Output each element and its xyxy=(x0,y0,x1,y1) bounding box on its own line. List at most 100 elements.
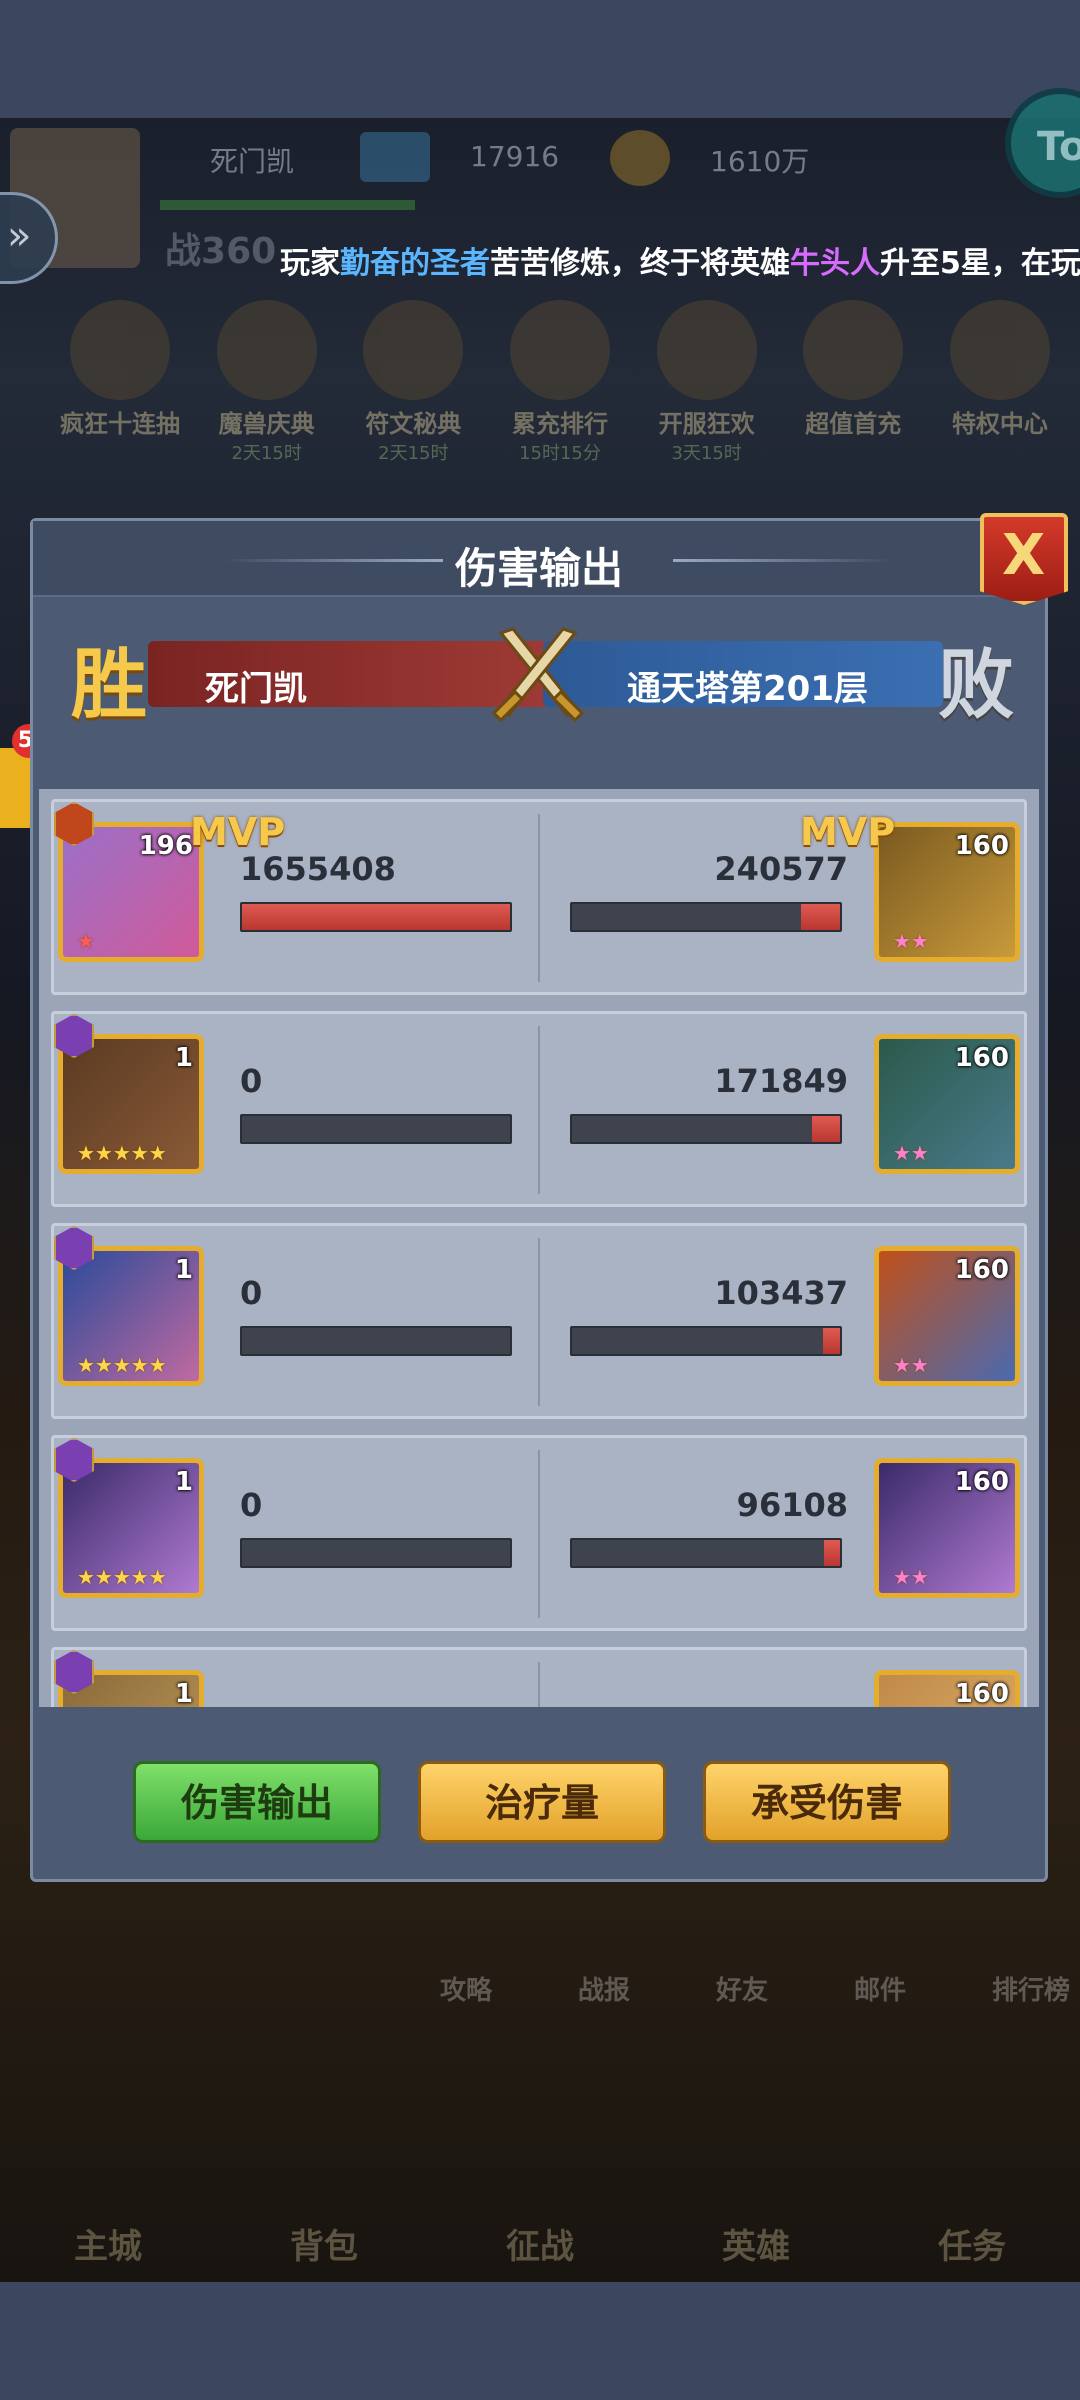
xp-bar xyxy=(160,200,415,210)
right-hero-stars: ★★ xyxy=(893,1141,929,1165)
left-hero-level: 1 xyxy=(174,1043,193,1073)
mid-shortcut-row: 攻略 战报 好友 邮件 排行榜 xyxy=(440,1970,1070,2007)
event-icon xyxy=(803,300,904,400)
hud-player-name: 死门凯 xyxy=(210,145,295,178)
event-icon xyxy=(509,300,610,400)
double-chevron-icon: » xyxy=(7,213,32,259)
event-item[interactable]: 魔兽庆典 2天15时 xyxy=(207,300,327,464)
row-divider xyxy=(538,1662,540,1707)
event-item[interactable]: 超值首充 xyxy=(793,300,913,450)
announcement-marquee: 玩家勤奋的圣者苦苦修炼，终于将英雄牛头人升至5星，在玩 xyxy=(280,246,1080,281)
power-rating: 战360 xyxy=(165,231,277,272)
left-hero-stars: ★ xyxy=(77,929,95,953)
right-hero-portrait[interactable]: 160 ★★ xyxy=(874,1458,1020,1598)
right-mvp-label: MVP xyxy=(800,810,896,854)
event-icon xyxy=(949,300,1050,400)
row-divider xyxy=(538,1450,540,1618)
left-damage-value: 1655408 xyxy=(240,850,396,888)
shortcut-ranking[interactable]: 排行榜 xyxy=(992,1970,1070,2007)
bottom-nav: 主城 背包 征战 英雄 任务 xyxy=(0,2110,1080,2282)
gem-icon[interactable] xyxy=(360,132,430,182)
modal-title: 伤害输出 xyxy=(454,544,623,593)
row-divider xyxy=(538,1026,540,1194)
row-divider xyxy=(538,1238,540,1406)
left-hero-portrait[interactable]: 1 ★★★★★ xyxy=(58,1034,204,1174)
hero-row: 1 160 xyxy=(51,1647,1027,1707)
left-hero-stars: ★★★★★ xyxy=(77,1141,167,1165)
shortcut-guide[interactable]: 攻略 xyxy=(440,1970,492,2007)
right-hero-level: 160 xyxy=(954,831,1009,861)
left-damage-value: 0 xyxy=(240,1274,263,1312)
winner-team-name: 死门凯 xyxy=(205,669,307,709)
right-hero-level: 160 xyxy=(954,1679,1009,1707)
right-hero-portrait[interactable]: 160 ★★ xyxy=(874,1034,1020,1174)
tab-healing[interactable]: 治疗量 xyxy=(418,1761,666,1843)
left-mvp-label: MVP xyxy=(190,810,286,854)
hero-row: 1 ★★★★★ 0 96108 160 ★★ xyxy=(51,1435,1027,1631)
shortcut-friends[interactable]: 好友 xyxy=(716,1970,768,2007)
event-icon xyxy=(216,300,317,400)
damage-stats-modal: 伤害输出 胜 败 死门凯 通天塔第201层 196 ★ MVP 1655408 … xyxy=(30,518,1048,1882)
event-icons-row: 疯狂十连抽 魔兽庆典 2天15时 符文秘典 2天15时 累充排行 15时15分 开服狂… xyxy=(60,300,1060,464)
event-item[interactable]: 开服狂欢 3天15时 xyxy=(647,300,767,464)
right-hero-portrait[interactable]: 160 ★★ xyxy=(874,1246,1020,1386)
event-icon xyxy=(656,300,757,400)
left-damage-bar xyxy=(240,1326,512,1356)
left-damage-fill xyxy=(242,904,510,930)
left-hero-portrait[interactable]: 196 ★ xyxy=(58,822,204,962)
right-damage-value: 103437 xyxy=(714,1274,848,1312)
nav-backpack[interactable]: 背包 xyxy=(290,2219,358,2282)
close-button[interactable]: X xyxy=(980,513,1068,605)
left-hero-level: 1 xyxy=(174,1467,193,1497)
defeat-badge: 败 xyxy=(938,640,1014,729)
right-damage-value: 240577 xyxy=(714,850,848,888)
right-damage-bar xyxy=(570,1114,842,1144)
right-damage-fill xyxy=(823,1328,840,1354)
navigation-bar-area xyxy=(0,2282,1080,2400)
left-hero-level: 1 xyxy=(174,1679,193,1707)
right-damage-fill xyxy=(824,1540,840,1566)
left-hero-level: 1 xyxy=(174,1255,193,1285)
corner-round-button-label: To xyxy=(1037,124,1080,170)
hero-damage-list[interactable]: 196 ★ MVP 1655408 240577 160 ★★ MVP 1 ★★… xyxy=(39,789,1039,1707)
stat-tab-buttons: 伤害输出 治疗量 承受伤害 xyxy=(33,1761,1045,1851)
event-item[interactable]: 符文秘典 2天15时 xyxy=(353,300,473,464)
gold-coin-icon[interactable] xyxy=(610,130,670,186)
tab-damage-taken[interactable]: 承受伤害 xyxy=(703,1761,951,1843)
left-damage-bar xyxy=(240,1114,512,1144)
nav-tasks[interactable]: 任务 xyxy=(938,2219,1006,2282)
event-item[interactable]: 累充排行 15时15分 xyxy=(500,300,620,464)
hud-gems: 17916 xyxy=(470,140,560,173)
right-hero-level: 160 xyxy=(954,1467,1009,1497)
hero-row: 1 ★★★★★ 0 103437 160 ★★ xyxy=(51,1223,1027,1419)
event-icon xyxy=(70,300,170,400)
battle-result-bar: 胜 败 死门凯 通天塔第201层 xyxy=(33,619,1045,729)
left-hero-portrait[interactable]: 1 ★★★★★ xyxy=(58,1458,204,1598)
crossed-swords-icon xyxy=(491,627,585,723)
event-item[interactable]: 特权中心 xyxy=(940,300,1060,450)
nav-campaign[interactable]: 征战 xyxy=(506,2219,574,2282)
right-damage-value: 171849 xyxy=(714,1062,848,1100)
left-hero-level: 196 xyxy=(138,831,193,861)
left-damage-value: 0 xyxy=(240,1062,263,1100)
event-icon xyxy=(363,300,464,400)
row-divider xyxy=(538,814,540,982)
right-damage-bar xyxy=(570,1538,842,1568)
hero-row: 1 ★★★★★ 0 171849 160 ★★ xyxy=(51,1011,1027,1207)
right-hero-portrait[interactable]: 160 xyxy=(874,1670,1020,1707)
tab-damage-output[interactable]: 伤害输出 xyxy=(133,1761,381,1843)
shortcut-battle-report[interactable]: 战报 xyxy=(578,1970,630,2007)
left-damage-bar xyxy=(240,902,512,932)
right-hero-stars: ★★ xyxy=(893,1353,929,1377)
loser-team-name: 通天塔第201层 xyxy=(627,669,868,709)
right-hero-portrait[interactable]: 160 ★★ xyxy=(874,822,1020,962)
nav-main-city[interactable]: 主城 xyxy=(74,2219,142,2282)
victory-badge: 胜 xyxy=(71,640,147,729)
shortcut-mail[interactable]: 邮件 xyxy=(854,1970,906,2007)
left-hero-portrait[interactable]: 1 ★★★★★ xyxy=(58,1246,204,1386)
event-item[interactable]: 疯狂十连抽 xyxy=(60,300,180,450)
right-damage-fill xyxy=(801,904,840,930)
left-damage-value: 0 xyxy=(240,1486,263,1524)
right-hero-stars: ★★ xyxy=(893,929,929,953)
nav-heroes[interactable]: 英雄 xyxy=(722,2219,790,2282)
